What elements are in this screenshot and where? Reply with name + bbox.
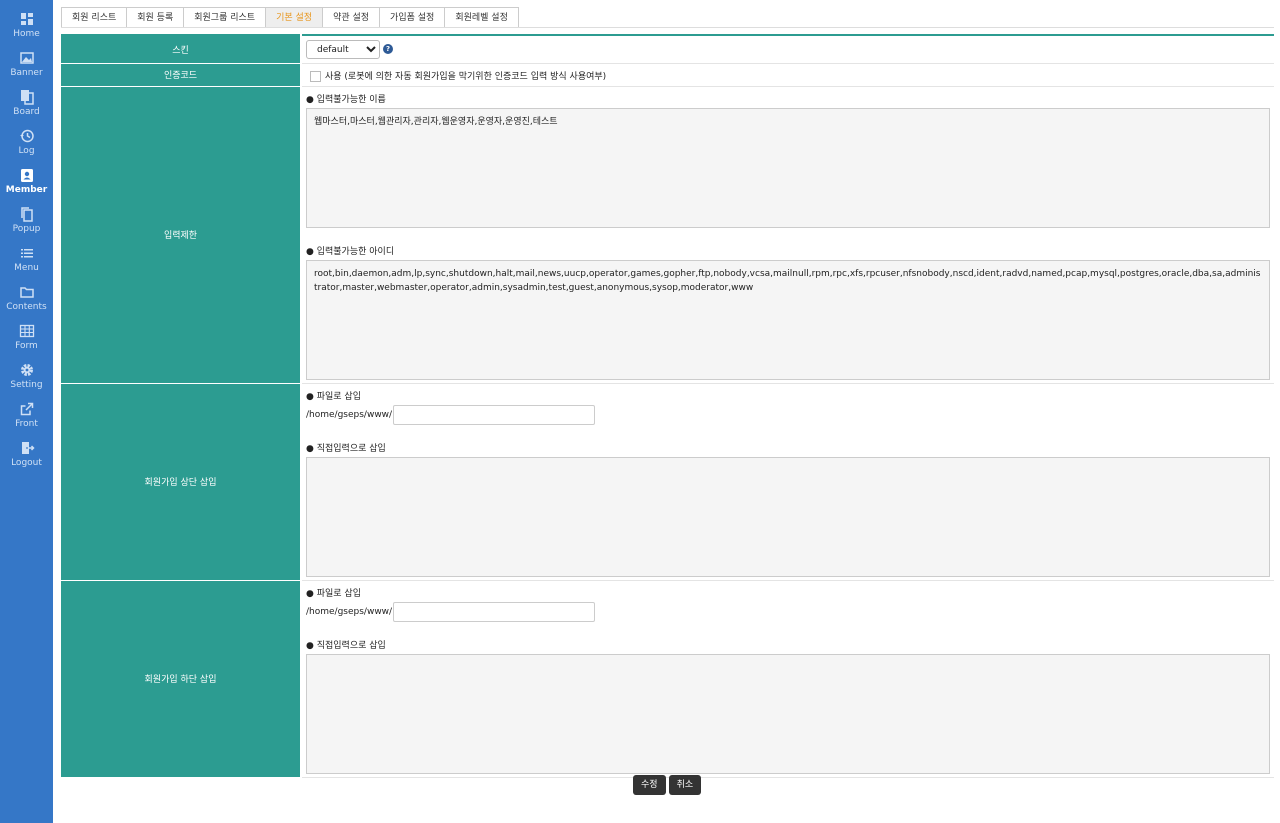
auth-code-label: 인증코드 bbox=[61, 63, 302, 87]
sidebar-item-home[interactable]: Home bbox=[0, 11, 53, 50]
row-input-limit: 입력제한 ● 입력불가능한 이름 웹마스터,마스터,웹관리자,관리자,웹운영자,… bbox=[61, 86, 1274, 384]
tab-member-group-list[interactable]: 회원그룹 리스트 bbox=[183, 7, 266, 28]
footer-direct-label: ● 직접입력으로 삽입 bbox=[306, 640, 386, 651]
sidebar-item-label: Board bbox=[13, 107, 40, 117]
header-insert-label: 회원가입 상단 삽입 bbox=[61, 383, 302, 581]
blocked-names-textarea[interactable]: 웹마스터,마스터,웹관리자,관리자,웹운영자,운영자,운영진,테스트 bbox=[306, 107, 1270, 228]
image-icon bbox=[19, 52, 34, 64]
header-file-path-input[interactable] bbox=[393, 405, 596, 425]
skin-select[interactable]: default bbox=[306, 40, 380, 59]
copy-icon bbox=[20, 207, 33, 222]
skin-label: 스킨 bbox=[61, 35, 302, 64]
submit-button[interactable]: 수정 bbox=[633, 775, 666, 795]
sidebar-item-contents[interactable]: Contents bbox=[0, 284, 53, 323]
sidebar: Home Banner Board Log Member Popup Menu … bbox=[0, 0, 53, 823]
sidebar-item-front[interactable]: Front bbox=[0, 401, 53, 440]
sidebar-item-menu[interactable]: Menu bbox=[0, 245, 53, 284]
tab-basic-settings[interactable]: 기본 설정 bbox=[265, 7, 323, 28]
sidebar-item-label: Log bbox=[18, 146, 35, 156]
tab-member-register[interactable]: 회원 등록 bbox=[126, 7, 184, 28]
input-limit-label: 입력제한 bbox=[61, 86, 302, 384]
blocked-ids-textarea[interactable]: root,bin,daemon,adm,lp,sync,shutdown,hal… bbox=[306, 259, 1270, 380]
tab-divider bbox=[61, 27, 1274, 28]
sidebar-item-label: Form bbox=[15, 341, 38, 351]
footer-file-path-row: /home/gseps/www/ bbox=[306, 602, 1270, 623]
board-icon bbox=[20, 90, 34, 105]
footer-insert-cell: ● 파일로 삽입 /home/gseps/www/ ● 직접입력으로 삽입 bbox=[301, 580, 1274, 778]
sidebar-item-log[interactable]: Log bbox=[0, 128, 53, 167]
auth-code-checkbox-label: 사용 (로봇에 의한 자동 회원가입을 막기위한 인증코드 입력 방식 사용여부… bbox=[325, 71, 607, 82]
row-footer-insert: 회원가입 하단 삽입 ● 파일로 삽입 /home/gseps/www/ ● 직… bbox=[61, 580, 1274, 778]
header-file-label: ● 파일로 삽입 bbox=[306, 391, 361, 402]
external-link-icon bbox=[20, 402, 33, 416]
sidebar-item-member[interactable]: Member bbox=[0, 167, 53, 206]
footer-file-path-input[interactable] bbox=[393, 602, 596, 622]
sidebar-item-label: Member bbox=[5, 185, 48, 195]
row-header-insert: 회원가입 상단 삽입 ● 파일로 삽입 /home/gseps/www/ ● 직… bbox=[61, 383, 1274, 581]
logout-icon bbox=[21, 442, 35, 454]
header-insert-cell: ● 파일로 삽입 /home/gseps/www/ ● 직접입력으로 삽입 bbox=[301, 383, 1274, 581]
tab-bar: 회원 리스트 회원 등록 회원그룹 리스트 기본 설정 약관 설정 가입폼 설정… bbox=[61, 7, 519, 28]
footer-insert-label: 회원가입 하단 삽입 bbox=[61, 580, 302, 778]
blocked-names-label: ● 입력불가능한 이름 bbox=[306, 94, 386, 105]
sidebar-item-banner[interactable]: Banner bbox=[0, 50, 53, 89]
gear-icon bbox=[20, 364, 33, 376]
sidebar-item-label: Menu bbox=[14, 263, 39, 273]
sidebar-item-label: Home bbox=[13, 29, 40, 39]
dashboard-icon bbox=[20, 13, 33, 25]
sidebar-item-popup[interactable]: Popup bbox=[0, 206, 53, 245]
sidebar-item-label: Banner bbox=[10, 68, 43, 78]
tab-signup-form-settings[interactable]: 가입폼 설정 bbox=[379, 7, 445, 28]
header-path-prefix: /home/gseps/www/ bbox=[306, 410, 393, 420]
sidebar-item-label: Front bbox=[15, 419, 38, 429]
tab-terms-settings[interactable]: 약관 설정 bbox=[322, 7, 380, 28]
header-direct-textarea[interactable] bbox=[306, 456, 1270, 577]
sidebar-item-label: Contents bbox=[6, 302, 47, 312]
sidebar-item-board[interactable]: Board bbox=[0, 89, 53, 128]
help-icon[interactable]: ? bbox=[383, 44, 393, 54]
sidebar-item-form[interactable]: Form bbox=[0, 323, 53, 362]
sidebar-item-label: Popup bbox=[12, 224, 41, 234]
sidebar-item-setting[interactable]: Setting bbox=[0, 362, 53, 401]
blocked-ids-label: ● 입력불가능한 아이디 bbox=[306, 246, 395, 257]
input-limit-cell: ● 입력불가능한 이름 웹마스터,마스터,웹관리자,관리자,웹운영자,운영자,운… bbox=[301, 86, 1274, 384]
header-direct-label: ● 직접입력으로 삽입 bbox=[306, 443, 386, 454]
row-auth-code: 인증코드 사용 (로봇에 의한 자동 회원가입을 막기위한 인증코드 입력 방식… bbox=[61, 63, 1274, 87]
tab-member-level-settings[interactable]: 회원레벨 설정 bbox=[444, 7, 519, 28]
sidebar-item-label: Setting bbox=[10, 380, 43, 390]
footer-file-label: ● 파일로 삽입 bbox=[306, 588, 361, 599]
tab-member-list[interactable]: 회원 리스트 bbox=[61, 7, 127, 28]
sidebar-item-logout[interactable]: Logout bbox=[0, 440, 53, 479]
table-icon bbox=[19, 324, 34, 338]
row-skin: 스킨 default ? bbox=[61, 35, 1274, 64]
member-badge-icon bbox=[20, 169, 33, 182]
header-file-path-row: /home/gseps/www/ bbox=[306, 405, 1270, 426]
footer-path-prefix: /home/gseps/www/ bbox=[306, 607, 393, 617]
list-icon bbox=[20, 249, 33, 258]
skin-cell: default ? bbox=[301, 35, 1274, 64]
history-icon bbox=[19, 129, 34, 143]
form-actions: 수정 취소 bbox=[633, 775, 702, 795]
settings-form: 스킨 default ? 인증코드 사용 (로봇에 의한 자동 회원가입을 막기… bbox=[61, 34, 1274, 778]
footer-direct-textarea[interactable] bbox=[306, 653, 1270, 774]
cancel-button[interactable]: 취소 bbox=[668, 775, 702, 795]
auth-code-cell: 사용 (로봇에 의한 자동 회원가입을 막기위한 인증코드 입력 방식 사용여부… bbox=[301, 63, 1274, 87]
folder-icon bbox=[19, 287, 34, 298]
sidebar-item-label: Logout bbox=[11, 458, 42, 468]
auth-code-checkbox[interactable] bbox=[310, 70, 321, 82]
